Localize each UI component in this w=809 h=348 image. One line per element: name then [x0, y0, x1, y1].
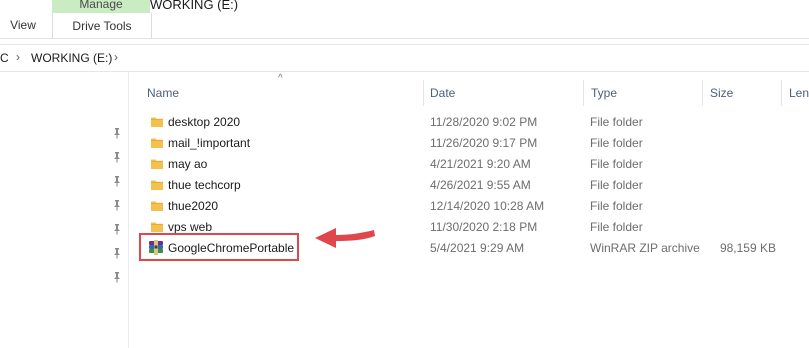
file-type: File folder [590, 220, 643, 234]
file-type: File folder [590, 115, 643, 129]
file-name: thue techcorp [168, 178, 241, 192]
file-date: 11/26/2020 9:17 PM [430, 136, 538, 150]
file-type: File folder [590, 136, 643, 150]
folder-icon [151, 159, 163, 169]
folder-icon [151, 138, 163, 148]
manage-label: Manage [79, 0, 123, 11]
file-row[interactable]: mail_!important 11/26/2020 9:17 PM File … [140, 132, 809, 153]
red-arrow-icon [315, 228, 375, 248]
column-divider[interactable] [423, 80, 424, 106]
file-date: 11/28/2020 9:02 PM [430, 115, 538, 129]
drive-tools-label: Drive Tools [72, 19, 132, 33]
highlight-box [139, 233, 299, 261]
folder-icon [151, 222, 163, 232]
file-type: File folder [590, 199, 643, 213]
file-name: may ao [168, 157, 208, 171]
breadcrumb-working-drive[interactable]: WORKING (E:) [31, 51, 112, 65]
column-header-type[interactable]: Type [591, 86, 617, 100]
tab-manage-context[interactable]: Manage [52, 0, 150, 13]
file-date: 5/4/2021 9:29 AM [430, 241, 525, 255]
file-type: File folder [590, 178, 643, 192]
column-divider[interactable] [583, 80, 584, 106]
column-header-date[interactable]: Date [430, 86, 455, 100]
navigation-pane [0, 72, 129, 348]
file-name: vps web [168, 220, 213, 234]
pin-icon[interactable] [111, 151, 123, 163]
column-header-length[interactable]: Len [789, 86, 809, 100]
file-date: 4/21/2021 9:20 AM [430, 157, 531, 171]
window-title: WORKING (E:) [150, 0, 239, 12]
tab-view[interactable]: View [0, 18, 46, 36]
file-name: mail_!important [168, 136, 251, 150]
column-header-name[interactable]: Name [147, 86, 179, 100]
file-date: 11/30/2020 2:18 PM [430, 220, 538, 234]
column-header-size[interactable]: Size [710, 86, 733, 100]
file-date: 4/26/2021 9:55 AM [430, 178, 531, 192]
folder-icon [151, 201, 163, 211]
file-size: 98,159 KB [719, 241, 776, 255]
file-date: 12/14/2020 10:28 AM [430, 199, 545, 213]
pin-icon[interactable] [111, 175, 123, 187]
file-row[interactable]: thue techcorp 4/26/2021 9:55 AM File fol… [140, 174, 809, 195]
tab-drive-tools[interactable]: Drive Tools [52, 13, 152, 38]
breadcrumb-this-pc[interactable]: C [0, 51, 9, 65]
sort-ascending-icon: ^ [278, 73, 283, 84]
pin-icon[interactable] [111, 127, 123, 139]
file-name: thue2020 [168, 199, 219, 213]
pin-icon[interactable] [111, 247, 123, 259]
breadcrumb-separator-icon[interactable]: › [16, 50, 20, 64]
column-divider[interactable] [702, 80, 703, 106]
file-row[interactable]: desktop 2020 11/28/2020 9:02 PM File fol… [140, 111, 809, 132]
breadcrumb-separator-icon[interactable]: › [114, 50, 118, 64]
file-row[interactable]: may ao 4/21/2021 9:20 AM File folder [140, 153, 809, 174]
pin-icon[interactable] [111, 223, 123, 235]
address-bar[interactable]: C › WORKING (E:) › [0, 44, 809, 72]
file-row[interactable]: thue2020 12/14/2020 10:28 AM File folder [140, 195, 809, 216]
folder-icon [151, 117, 163, 127]
file-type: File folder [590, 157, 643, 171]
pin-icon[interactable] [111, 199, 123, 211]
column-divider[interactable] [781, 80, 782, 106]
pin-icon[interactable] [111, 271, 123, 283]
file-name: desktop 2020 [168, 115, 241, 129]
folder-icon [151, 180, 163, 190]
